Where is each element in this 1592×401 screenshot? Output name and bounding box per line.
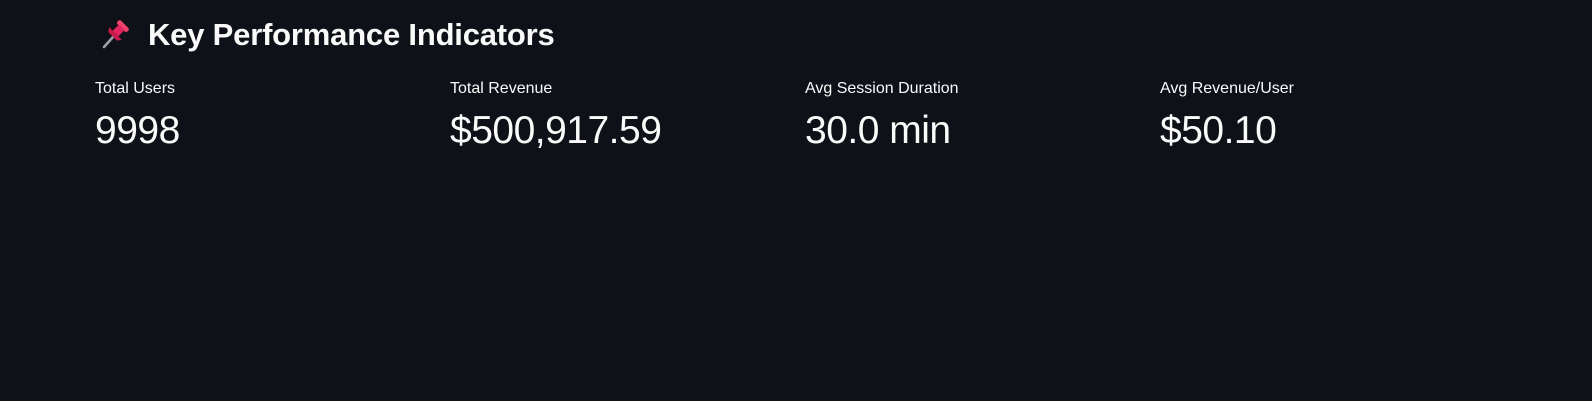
metric-avg-session-duration: Avg Session Duration 30.0 min: [805, 78, 1160, 154]
metric-label: Total Users: [95, 80, 176, 97]
page-title: Key Performance Indicators: [148, 16, 555, 52]
metric-label: Avg Session Duration: [805, 80, 959, 97]
metric-value: 9998: [95, 109, 180, 152]
metric-label: Total Revenue: [450, 80, 553, 97]
metric-total-users: Total Users 9998: [95, 78, 450, 154]
metric-value: $50.10: [1160, 109, 1277, 152]
metric-avg-revenue-per-user: Avg Revenue/User $50.10: [1160, 78, 1515, 154]
pushpin-icon: [98, 16, 134, 52]
metric-value: $500,917.59: [450, 109, 662, 152]
metric-value: 30.0 min: [805, 109, 951, 152]
kpi-header: Key Performance Indicators: [98, 10, 555, 58]
metrics-row: Total Users 9998 Total Revenue $500,917.…: [95, 78, 1495, 154]
metric-total-revenue: Total Revenue $500,917.59: [450, 78, 805, 154]
metric-label: Avg Revenue/User: [1160, 80, 1294, 97]
